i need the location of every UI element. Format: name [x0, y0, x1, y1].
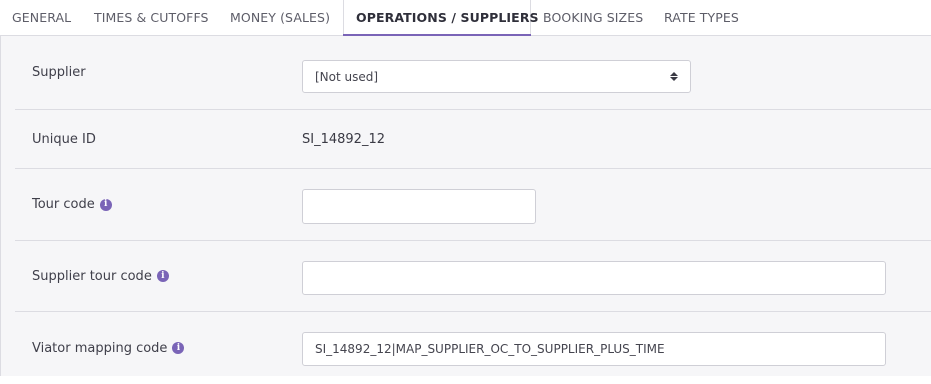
tab-general[interactable]: GENERAL — [0, 0, 82, 35]
info-icon[interactable]: i — [99, 198, 112, 211]
supplier-label-text: Supplier — [32, 65, 86, 80]
supplier-tour-code-label: Supplier tour code i — [32, 269, 169, 284]
tour-code-label-text: Tour code — [32, 197, 95, 212]
tab-rate-types[interactable]: RATE TYPES — [652, 0, 744, 35]
unique-id-row: Unique ID SI_14892_12 — [15, 110, 931, 169]
tab-operations-suppliers[interactable]: OPERATIONS / SUPPLIERS — [343, 0, 539, 36]
unique-id-value: SI_14892_12 — [302, 131, 385, 147]
unique-id-label-text: Unique ID — [32, 131, 96, 147]
tour-code-label: Tour code i — [32, 197, 112, 212]
supplier-tour-code-row: Supplier tour code i — [15, 241, 931, 312]
info-icon[interactable]: i — [156, 270, 169, 282]
viator-mapping-code-label: Viator mapping code i — [32, 340, 185, 356]
tour-code-row: Tour code i — [15, 169, 931, 241]
viator-mapping-code-row: Viator mapping code i — [15, 312, 931, 384]
tab-bar: GENERAL TIMES & CUTOFFS MONEY (SALES) OP… — [0, 0, 931, 36]
supplier-select-value: [Not used] — [315, 69, 379, 84]
tab-money-sales[interactable]: MONEY (SALES) — [218, 0, 343, 35]
tab-times-cutoffs[interactable]: TIMES & CUTOFFS — [82, 0, 218, 35]
supplier-row: Supplier [Not used] — [15, 36, 931, 110]
info-icon[interactable]: i — [172, 342, 185, 354]
supplier-label: Supplier — [32, 65, 86, 80]
viator-mapping-code-label-text: Viator mapping code — [32, 340, 168, 356]
operations-suppliers-panel: Supplier [Not used] Unique ID SI_14892_1… — [0, 36, 931, 376]
tab-booking-sizes[interactable]: BOOKING SIZES — [531, 0, 652, 35]
select-arrows-icon — [670, 72, 678, 81]
supplier-tour-code-label-text: Supplier tour code — [32, 268, 152, 284]
supplier-select[interactable]: [Not used] — [302, 60, 691, 93]
viator-mapping-code-input[interactable] — [302, 332, 886, 366]
tour-code-input[interactable] — [302, 189, 536, 224]
unique-id-label: Unique ID — [32, 132, 96, 147]
supplier-tour-code-input[interactable] — [302, 261, 886, 295]
